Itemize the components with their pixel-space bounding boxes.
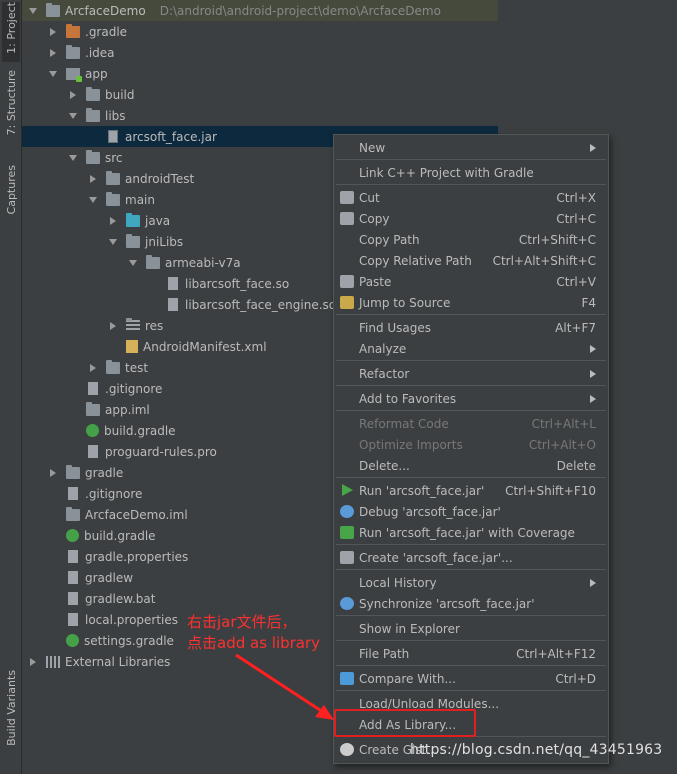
annotation-arrow [235, 653, 334, 720]
watermark: https://blog.csdn.net/qq_43451963 [410, 742, 663, 758]
ide-window: 1: Project 7: Structure Captures Build V… [0, 0, 677, 774]
